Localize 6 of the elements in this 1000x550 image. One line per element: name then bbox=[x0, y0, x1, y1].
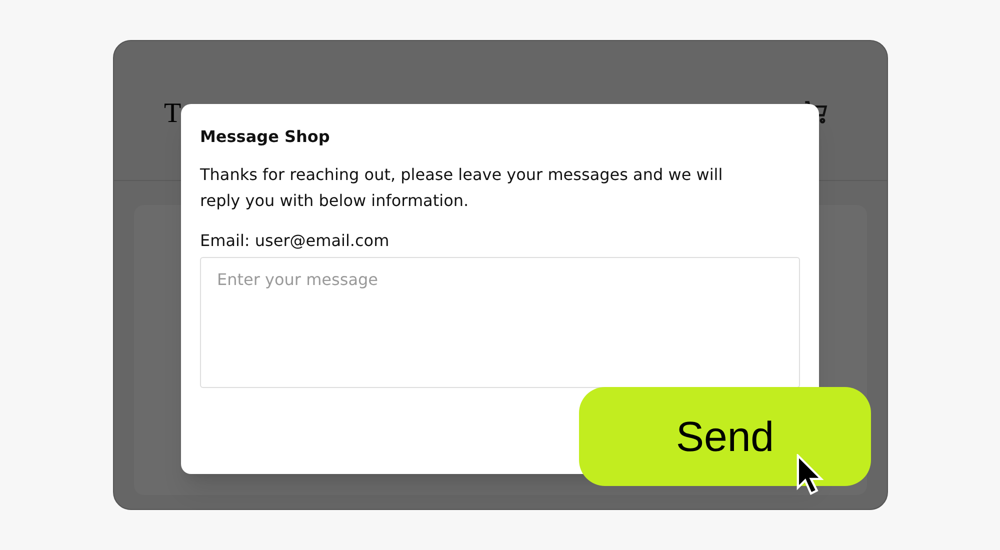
site-title: T bbox=[164, 97, 182, 131]
email-label: Email: user@email.com bbox=[200, 230, 390, 252]
send-button[interactable]: Send bbox=[579, 387, 871, 486]
message-field[interactable]: Enter your message bbox=[200, 257, 800, 388]
dialog-title: Message Shop bbox=[200, 126, 331, 148]
dialog-message: Thanks for reaching out, please leave your messages and we will reply you with below information. bbox=[200, 164, 724, 212]
